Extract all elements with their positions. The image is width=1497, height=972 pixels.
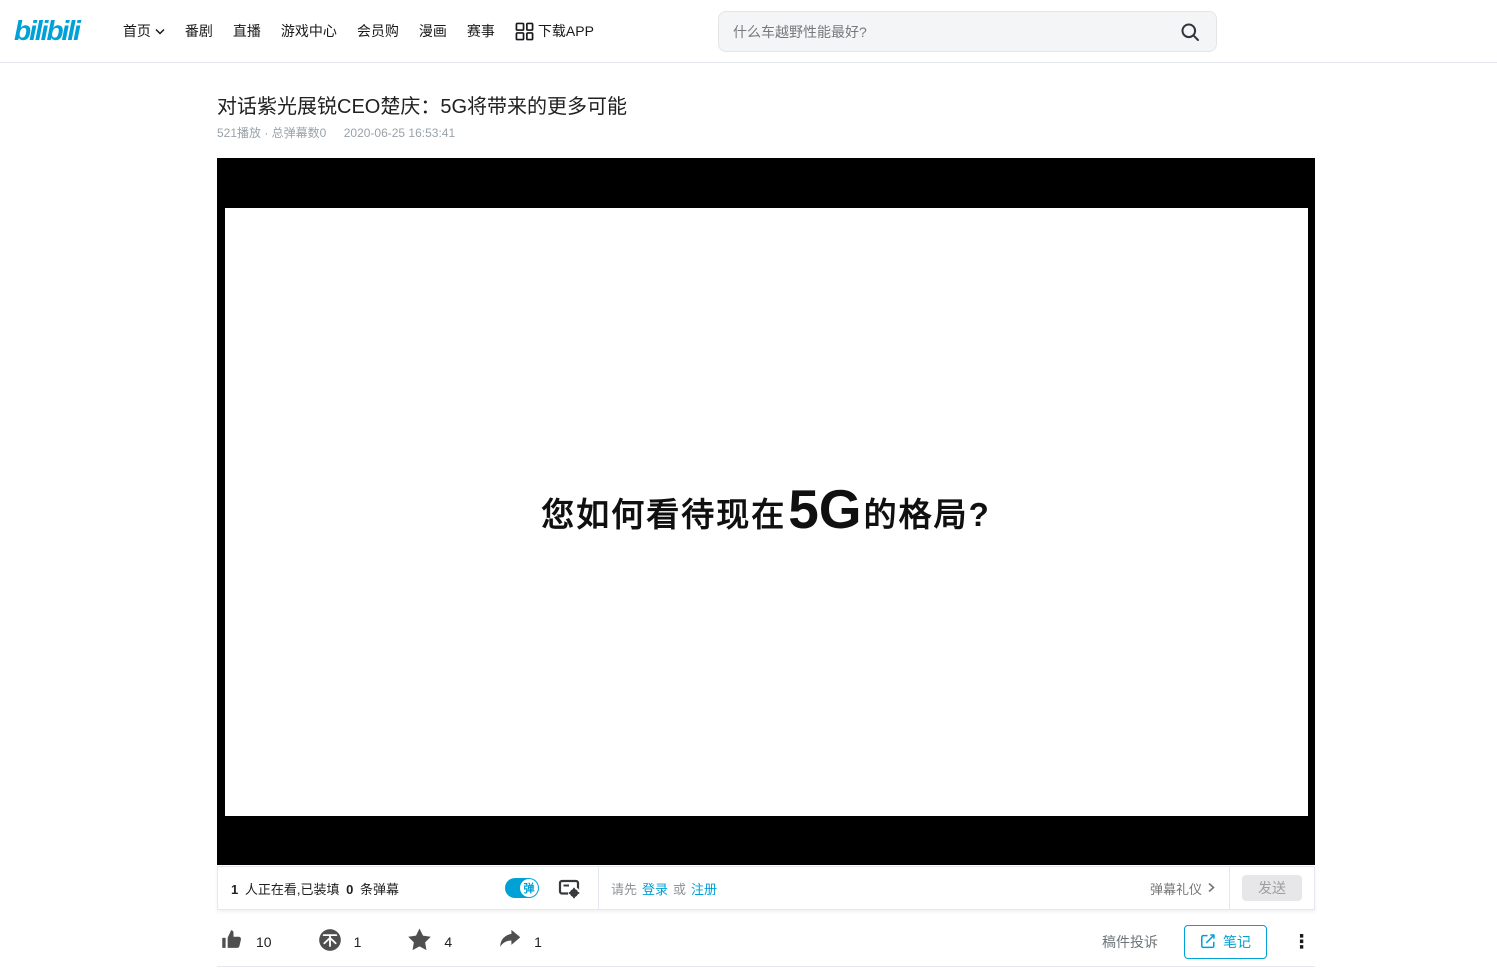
nav-item-label: 直播 — [233, 21, 261, 41]
search-input[interactable] — [733, 24, 1178, 40]
frame-text-5g: 5G — [788, 482, 861, 537]
more-options-icon[interactable]: ⋮ — [1292, 933, 1311, 952]
danmaku-settings-icon[interactable] — [558, 877, 580, 899]
share-count: 1 — [534, 934, 542, 950]
danmaku-etiquette-label: 弹幕礼仪 — [1150, 879, 1202, 898]
search-icon[interactable] — [1178, 20, 1202, 44]
login-prompt-or: 或 — [673, 879, 686, 898]
danmaku-loaded-label: 条弹幕 — [360, 882, 399, 897]
coin-button[interactable]: 1 — [317, 927, 362, 958]
chevron-right-icon — [1208, 881, 1215, 896]
nav-item-bangumi[interactable]: 番剧 — [185, 21, 213, 41]
nav-item-label: 会员购 — [357, 21, 399, 41]
nav-item-label: 下载APP — [538, 21, 594, 41]
note-button-label: 笔记 — [1223, 932, 1251, 952]
nav-item-label: 游戏中心 — [281, 21, 337, 41]
bilibili-logo[interactable]: bilibili — [14, 15, 79, 47]
nav-item-download-app[interactable]: 下载APP — [515, 21, 594, 41]
page-title: 对话紫光展锐CEO楚庆：5G将带来的更多可能 — [217, 90, 627, 119]
coin-icon — [317, 927, 343, 958]
login-link[interactable]: 登录 — [642, 879, 668, 898]
section-divider — [217, 966, 1315, 967]
danmaku-send-area: 发送 — [1230, 875, 1314, 901]
send-button[interactable]: 发送 — [1242, 875, 1302, 901]
like-count: 10 — [256, 934, 272, 950]
video-frame-text: 您如何看待现在 5G 的格局? — [541, 482, 991, 541]
danmaku-loaded-count: 0 — [346, 882, 353, 897]
nav-item-manga[interactable]: 漫画 — [419, 21, 447, 41]
star-icon — [406, 926, 433, 958]
video-player[interactable]: 您如何看待现在 5G 的格局? — [217, 158, 1315, 865]
danmaku-bar: 1 人正在看,已装填 0 条弹幕 弹 请先 登录 或 注册 弹幕礼仪 — [217, 866, 1315, 910]
danmaku-toggle-knob: 弹 — [520, 879, 538, 897]
favorite-button[interactable]: 4 — [406, 926, 452, 958]
report-link[interactable]: 稿件投诉 — [1102, 932, 1158, 952]
qr-code-icon — [515, 22, 534, 41]
like-button[interactable]: 10 — [219, 927, 272, 958]
frame-text-post: 的格局? — [864, 488, 991, 536]
nav-item-home[interactable]: 首页 — [123, 21, 165, 41]
publish-date: 2020-06-25 16:53:41 — [344, 126, 455, 140]
watching-label: 人正在看,已装填 — [245, 882, 340, 897]
thumbs-up-icon — [219, 927, 245, 958]
search-bar — [718, 11, 1217, 52]
nav-item-label: 赛事 — [467, 21, 495, 41]
nav-item-label: 首页 — [123, 21, 151, 41]
nav-item-label: 漫画 — [419, 21, 447, 41]
video-stats: 521播放 · 总弹幕数0 — [217, 126, 326, 140]
share-icon — [497, 927, 523, 958]
nav-item-esports[interactable]: 赛事 — [467, 21, 495, 41]
danmaku-input[interactable]: 请先 登录 或 注册 弹幕礼仪 — [598, 867, 1230, 909]
danmaku-toggle[interactable]: 弹 — [505, 878, 539, 898]
edit-note-icon — [1200, 933, 1216, 952]
top-nav: bilibili 首页 番剧 直播 游戏中心 会员购 漫画 赛事 — [0, 0, 1497, 63]
nav-item-label: 番剧 — [185, 21, 213, 41]
register-link[interactable]: 注册 — [691, 879, 717, 898]
danmaku-etiquette-link[interactable]: 弹幕礼仪 — [1150, 879, 1215, 898]
chevron-down-icon — [155, 28, 165, 35]
video-toolbar: 10 1 4 1 — [217, 919, 1315, 965]
video-meta: 521播放 · 总弹幕数0 2020-06-25 16:53:41 — [217, 124, 455, 141]
toolbar-right: 稿件投诉 笔记 ⋮ — [1102, 925, 1315, 959]
nav-item-live[interactable]: 直播 — [233, 21, 261, 41]
favorite-count: 4 — [444, 934, 452, 950]
share-button[interactable]: 1 — [497, 927, 542, 958]
login-prompt-prefix: 请先 — [611, 879, 637, 898]
frame-text-pre: 您如何看待现在 — [541, 488, 786, 536]
video-frame: 您如何看待现在 5G 的格局? — [225, 208, 1308, 816]
watching-count: 1 — [231, 882, 238, 897]
nav-item-vip-shop[interactable]: 会员购 — [357, 21, 399, 41]
nav-item-game-center[interactable]: 游戏中心 — [281, 21, 337, 41]
coin-count: 1 — [354, 934, 362, 950]
danmaku-bar-left: 1 人正在看,已装填 0 条弹幕 弹 — [218, 877, 598, 899]
nav-menu: 首页 番剧 直播 游戏中心 会员购 漫画 赛事 — [103, 21, 594, 41]
note-button[interactable]: 笔记 — [1184, 925, 1267, 959]
danmaku-status: 1 人正在看,已装填 0 条弹幕 — [231, 879, 505, 898]
